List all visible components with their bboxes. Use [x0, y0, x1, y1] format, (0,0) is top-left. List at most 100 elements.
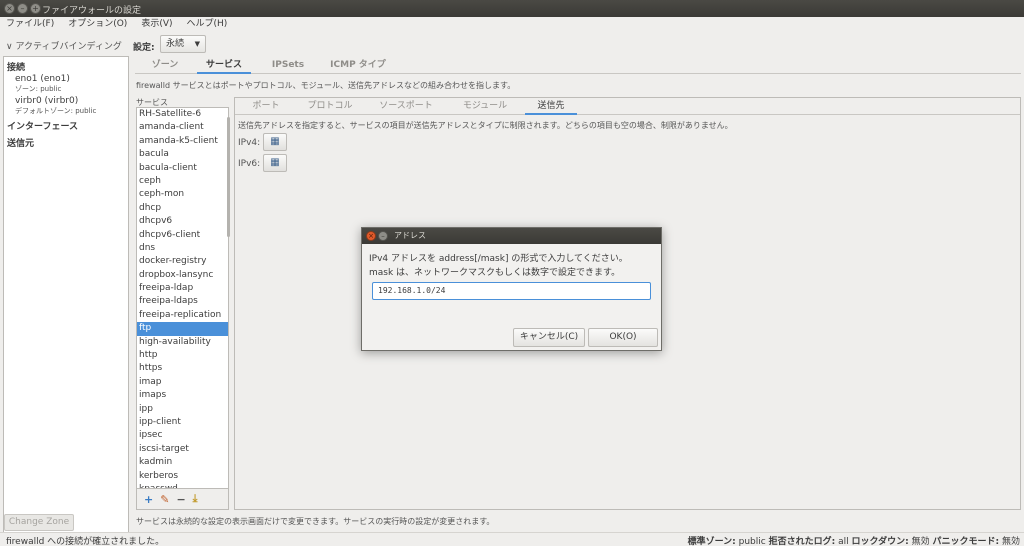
configuration-select[interactable]: 永続 ▼: [160, 35, 206, 53]
destination-description: 送信先アドレスを指定すると、サービスの項目が送信先アドレスとタイプに制限されます…: [238, 121, 733, 130]
address-dialog: × – アドレス IPv4 アドレスを address[/mask] の形式で入…: [361, 227, 662, 351]
default-zone-label: 標準ゾーン:: [687, 537, 736, 546]
active-bindings-header[interactable]: ∨ アクティブバインディング: [6, 39, 122, 52]
service-item[interactable]: ipsec: [137, 429, 228, 442]
service-item[interactable]: amanda-k5-client: [137, 135, 228, 148]
services-toolbar: + ✎ − ⤓: [136, 489, 229, 510]
service-item[interactable]: ipp: [137, 403, 228, 416]
window-titlebar: × – + ファイアウォールの設定: [0, 0, 1024, 17]
connection-status: firewalld への接続が確立されました。: [6, 537, 165, 546]
denied-log-label: 拒否されたログ:: [768, 537, 836, 546]
menu-file[interactable]: ファイル(F): [6, 17, 54, 32]
tab-destination[interactable]: 送信先: [525, 98, 577, 115]
window-minimize-icon[interactable]: –: [17, 3, 28, 14]
services-list[interactable]: RH-Satellite-6 amanda-client amanda-k5-c…: [136, 107, 229, 489]
tab-source-ports[interactable]: ソースポート: [365, 98, 447, 115]
status-bar: firewalld への接続が確立されました。 標準ゾーン: public 拒否…: [0, 532, 1024, 546]
menubar: ファイル(F) オプション(O) 表示(V) ヘルプ(H): [0, 17, 1024, 32]
dialog-titlebar: × – アドレス: [362, 228, 661, 244]
main-tabs: ゾーン サービス IPSets ICMP タイプ: [135, 58, 1021, 74]
service-item[interactable]: freeipa-ldaps: [137, 295, 228, 308]
denied-log-value: all: [838, 537, 849, 546]
lockdown-value: 無効: [911, 537, 930, 546]
service-item[interactable]: bacula: [137, 148, 228, 161]
window-controls: × – +: [4, 3, 41, 14]
panic-mode-value: 無効: [1001, 537, 1020, 546]
edit-icon[interactable]: ✎: [160, 493, 169, 506]
load-defaults-icon[interactable]: ⤓: [193, 492, 198, 506]
lockdown-label: ロックダウン:: [851, 537, 909, 546]
tab-modules[interactable]: モジュール: [447, 98, 523, 115]
service-item[interactable]: http: [137, 349, 228, 362]
bindings-tree: 接続 eno1 (eno1) ゾーン: public virbr0 (virbr…: [3, 56, 129, 540]
dropdown-arrow-icon: ▼: [194, 40, 200, 48]
ipv4-edit-button[interactable]: ▦: [263, 133, 287, 151]
menu-view[interactable]: 表示(V): [141, 17, 172, 32]
configuration-label: 設定:: [133, 43, 155, 53]
service-item[interactable]: kerberos: [137, 470, 228, 483]
service-item[interactable]: kadmin: [137, 456, 228, 469]
tab-icmp-types[interactable]: ICMP タイプ: [323, 58, 393, 74]
tab-zones[interactable]: ゾーン: [135, 58, 195, 74]
edit-address-icon: ▦: [270, 157, 280, 168]
address-input[interactable]: 192.168.1.0/24: [372, 282, 651, 300]
connection-name: eno1 (eno1): [15, 74, 70, 84]
service-item[interactable]: iscsi-target: [137, 443, 228, 456]
add-icon[interactable]: +: [144, 493, 153, 506]
cancel-button[interactable]: キャンセル(C): [513, 328, 585, 347]
services-footnote: サービスは永続的な設定の表示画面だけで変更できます。サービスの実行時の設定が変更…: [136, 517, 495, 526]
service-item[interactable]: freeipa-replication: [137, 309, 228, 322]
ipv4-row: IPv4: ▦: [238, 133, 287, 151]
connection-name: virbr0 (virbr0): [15, 96, 79, 106]
ipv6-label: IPv6:: [238, 159, 261, 169]
connection-item[interactable]: eno1 (eno1) ゾーン: public: [7, 74, 125, 94]
dialog-close-icon[interactable]: ×: [366, 231, 376, 241]
connection-zone: デフォルトゾーン: public: [15, 107, 97, 115]
service-item[interactable]: https: [137, 362, 228, 375]
connection-zone: ゾーン: public: [15, 85, 62, 93]
change-zone-button[interactable]: Change Zone: [4, 514, 74, 531]
configuration-value: 永続: [166, 39, 185, 49]
service-item-selected[interactable]: ftp: [137, 322, 228, 336]
service-item[interactable]: bacula-client: [137, 162, 228, 175]
service-item[interactable]: high-availability: [137, 336, 228, 349]
service-item[interactable]: dropbox-lansync: [137, 269, 228, 282]
service-item[interactable]: RH-Satellite-6: [137, 108, 228, 121]
connection-item[interactable]: virbr0 (virbr0) デフォルトゾーン: public: [7, 96, 125, 116]
default-zone-value: public: [738, 537, 766, 546]
service-sub-tabs: ポート プロトコル ソースポート モジュール 送信先: [235, 98, 1020, 115]
service-item[interactable]: dhcp: [137, 202, 228, 215]
remove-icon[interactable]: −: [176, 493, 185, 506]
dialog-minimize-icon[interactable]: –: [378, 231, 388, 241]
service-item[interactable]: freeipa-ldap: [137, 282, 228, 295]
service-item[interactable]: ipp-client: [137, 416, 228, 429]
menu-help[interactable]: ヘルプ(H): [187, 17, 228, 32]
service-item[interactable]: ceph-mon: [137, 188, 228, 201]
service-item[interactable]: dhcpv6: [137, 215, 228, 228]
service-item[interactable]: amanda-client: [137, 121, 228, 134]
tab-services[interactable]: サービス: [197, 58, 251, 74]
menu-options[interactable]: オプション(O): [68, 17, 127, 32]
connections-label[interactable]: 接続: [7, 60, 125, 73]
tab-ipsets[interactable]: IPSets: [253, 58, 323, 74]
ok-button[interactable]: OK(O): [588, 328, 658, 347]
active-bindings-panel: ∨ アクティブバインディング 接続 eno1 (eno1) ゾーン: publi…: [0, 32, 131, 540]
tab-ports[interactable]: ポート: [235, 98, 297, 115]
panic-mode-label: パニックモード:: [932, 537, 1000, 546]
chevron-down-icon: ∨: [6, 42, 13, 52]
service-item[interactable]: ceph: [137, 175, 228, 188]
service-item[interactable]: dhcpv6-client: [137, 229, 228, 242]
configuration-setting: 設定: 永続 ▼: [133, 35, 206, 53]
sources-label[interactable]: 送信元: [7, 136, 125, 149]
ipv6-edit-button[interactable]: ▦: [263, 154, 287, 172]
tab-protocols[interactable]: プロトコル: [297, 98, 363, 115]
window-maximize-icon[interactable]: +: [30, 3, 41, 14]
window-close-icon[interactable]: ×: [4, 3, 15, 14]
interfaces-label[interactable]: インターフェース: [7, 119, 125, 132]
services-scrollbar[interactable]: [227, 117, 230, 237]
services-description: firewalld サービスとはポートやプロトコル、モジュール、送信先アドレスな…: [136, 81, 516, 90]
service-item[interactable]: imap: [137, 376, 228, 389]
service-item[interactable]: docker-registry: [137, 255, 228, 268]
service-item[interactable]: imaps: [137, 389, 228, 402]
service-item[interactable]: dns: [137, 242, 228, 255]
